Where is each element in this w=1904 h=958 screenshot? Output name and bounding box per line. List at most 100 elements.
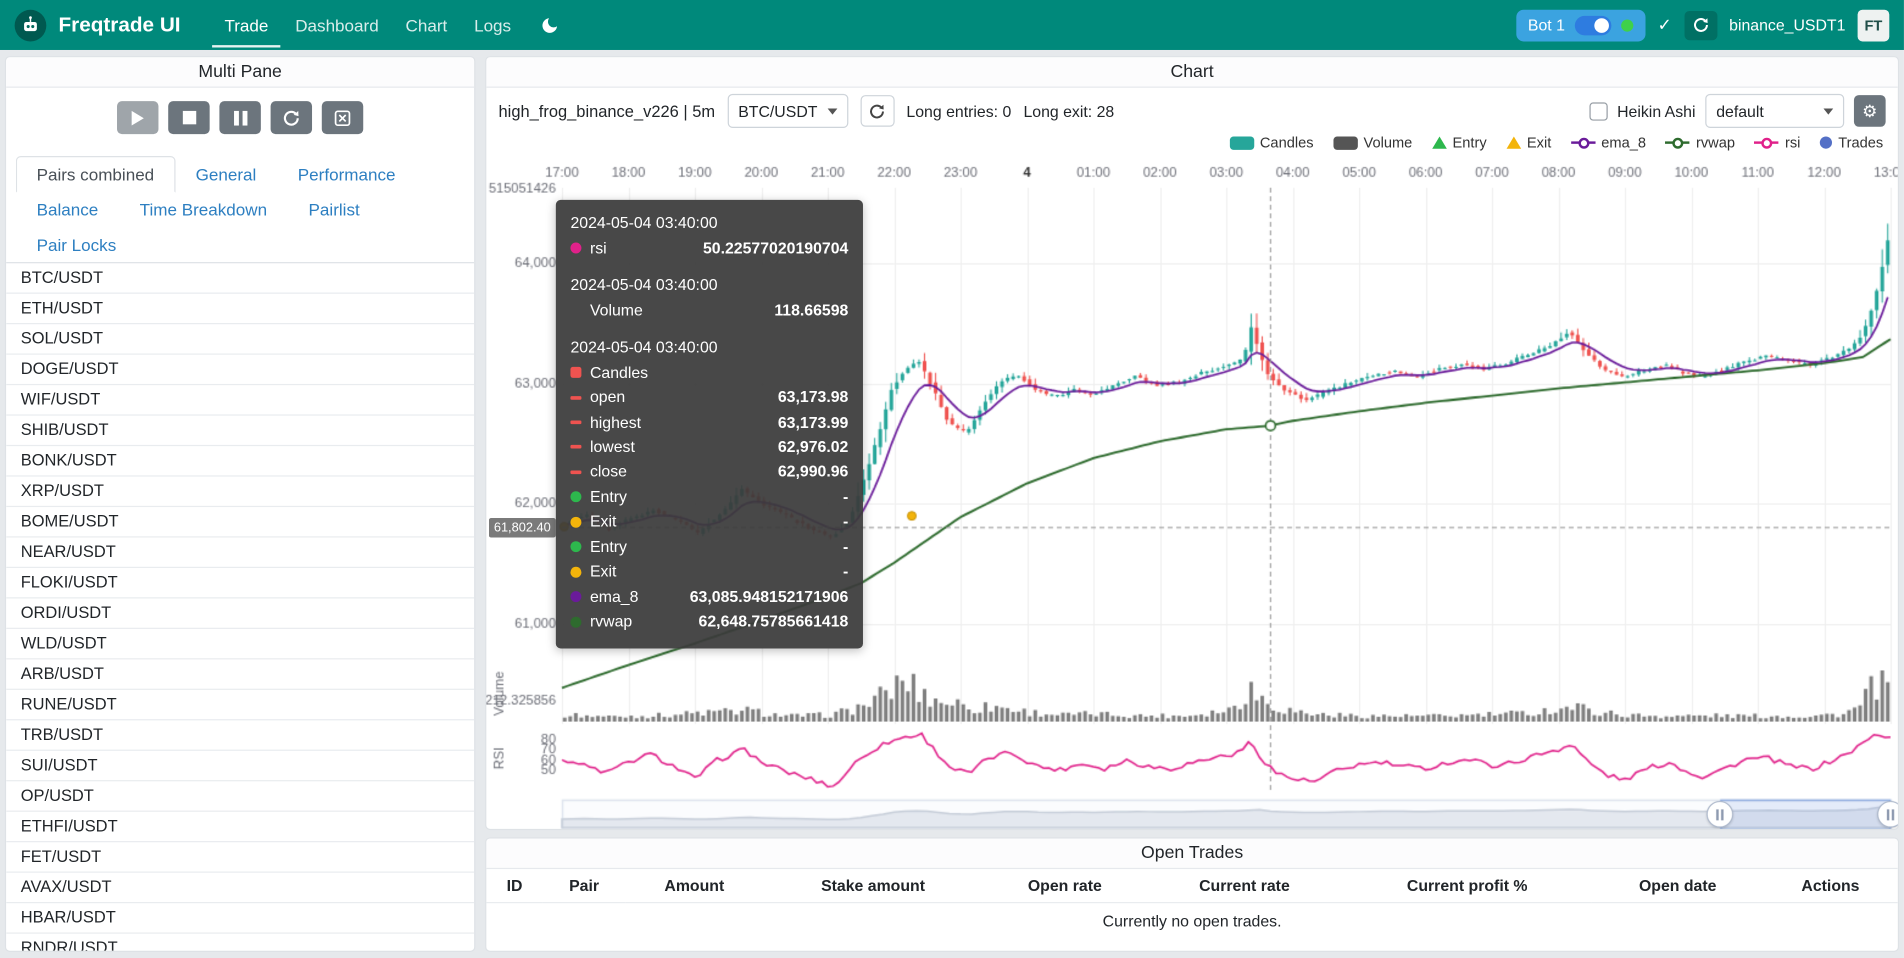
legend-item-rsi[interactable]: rsi xyxy=(1755,134,1801,151)
chart-panel: Chart high_frog_binance_v226 | 5m BTC/US… xyxy=(485,56,1899,830)
legend-item-entry[interactable]: Entry xyxy=(1432,134,1487,151)
pair-list-item-ordi-usdt[interactable]: ORDI/USDT xyxy=(6,598,474,628)
series-marker-icon xyxy=(570,541,581,552)
pair-select[interactable]: BTC/USDT xyxy=(727,94,848,128)
nav-item-logs[interactable]: Logs xyxy=(462,3,523,47)
series-marker-icon xyxy=(570,616,581,627)
legend-item-rvwap[interactable]: rvwap xyxy=(1666,134,1735,151)
legend-item-volume[interactable]: Volume xyxy=(1333,134,1412,151)
pair-list-item-ethfi-usdt[interactable]: ETHFI/USDT xyxy=(6,812,474,842)
pair-list-item-sol-usdt[interactable]: SOL/USDT xyxy=(6,324,474,354)
chart-legend: Candles Volume Entry Exit ema_8 rvwap rsi Trade… xyxy=(486,134,1897,154)
chevron-down-icon xyxy=(1823,108,1833,114)
chart-toolbar-right: Heikin Ashi default ⚙ xyxy=(1589,94,1886,128)
reload-config-button[interactable] xyxy=(271,101,312,134)
tab-pair-locks[interactable]: Pair Locks xyxy=(16,227,137,264)
tooltip-timestamp: 2024-05-04 03:40:00 xyxy=(570,336,848,358)
pair-list-item-avax-usdt[interactable]: AVAX/USDT xyxy=(6,873,474,903)
legend-label: Candles xyxy=(1260,134,1314,151)
multi-pane-title: Multi Pane xyxy=(6,57,474,87)
freqtrade-robot-logo-icon[interactable] xyxy=(15,9,47,41)
tooltip-row-rvwap: rvwap62,648.75785661418 xyxy=(570,611,848,633)
nav-item-chart[interactable]: Chart xyxy=(393,3,459,47)
pair-list-item-arb-usdt[interactable]: ARB/USDT xyxy=(6,659,474,689)
tab-general[interactable]: General xyxy=(175,156,277,193)
heikin-ashi-checkbox[interactable] xyxy=(1589,102,1607,120)
bot-run-toggle[interactable] xyxy=(1575,15,1612,35)
reload-bot-button[interactable] xyxy=(1684,10,1717,39)
tab-balance[interactable]: Balance xyxy=(16,191,119,228)
pair-list-item-rune-usdt[interactable]: RUNE/USDT xyxy=(6,690,474,720)
trades-legend-swatch-icon xyxy=(1820,137,1832,149)
legend-item-candles[interactable]: Candles xyxy=(1229,134,1313,151)
entry-legend-swatch-icon xyxy=(1432,137,1447,149)
tooltip-row-highest: highest63,173.99 xyxy=(570,411,848,433)
pair-list-item-wif-usdt[interactable]: WIF/USDT xyxy=(6,385,474,415)
cancel-open-orders-button[interactable] xyxy=(322,101,363,134)
stop-bot-button[interactable] xyxy=(168,101,209,134)
legend-item-exit[interactable]: Exit xyxy=(1506,134,1551,151)
start-bot-button[interactable] xyxy=(117,101,158,134)
bot-online-check-icon: ✓ xyxy=(1658,15,1672,36)
pair-list-item-rndr-usdt[interactable]: RNDR/USDT xyxy=(6,934,474,951)
plot-settings-button[interactable]: ⚙ xyxy=(1854,95,1886,127)
no-open-trades-message: Currently no open trades. xyxy=(486,903,1897,939)
theme-toggle-icon[interactable] xyxy=(540,15,560,35)
pair-list-item-eth-usdt[interactable]: ETH/USDT xyxy=(6,294,474,324)
legend-label: rvwap xyxy=(1696,134,1735,151)
bot-selector[interactable]: Bot 1 xyxy=(1516,9,1646,41)
plot-config-select[interactable]: default xyxy=(1705,94,1844,128)
pair-list-item-bonk-usdt[interactable]: BONK/USDT xyxy=(6,446,474,476)
pair-list-item-hbar-usdt[interactable]: HBAR/USDT xyxy=(6,903,474,933)
series-marker-icon xyxy=(570,470,581,474)
legend-label: Exit xyxy=(1527,134,1551,151)
multi-pane-panel: Multi Pane Pairs combinedGeneralPerforma… xyxy=(5,56,475,952)
app-root: Freqtrade UI TradeDashboardChartLogs Bot… xyxy=(0,0,1904,958)
tooltip-section: 2024-05-04 03:40:00Volume118.66598 xyxy=(570,274,848,321)
pair-list-item-fet-usdt[interactable]: FET/USDT xyxy=(6,842,474,872)
pair-list-item-xrp-usdt[interactable]: XRP/USDT xyxy=(6,477,474,507)
refresh-chart-button[interactable] xyxy=(860,95,894,127)
tooltip-series-label: Exit xyxy=(590,511,616,533)
pair-list-item-bome-usdt[interactable]: BOME/USDT xyxy=(6,507,474,537)
trades-column-current-profit: Current profit % xyxy=(1342,869,1592,903)
pair-list-item-near-usdt[interactable]: NEAR/USDT xyxy=(6,538,474,568)
series-marker-icon xyxy=(570,305,581,316)
pair-list-item-shib-usdt[interactable]: SHIB/USDT xyxy=(6,416,474,446)
tab-pairs-combined[interactable]: Pairs combined xyxy=(16,156,175,193)
bot-controls xyxy=(6,88,474,149)
pair-list-item-sui-usdt[interactable]: SUI/USDT xyxy=(6,751,474,781)
pair-list-item-floki-usdt[interactable]: FLOKI/USDT xyxy=(6,568,474,598)
tooltip-series-label: Volume xyxy=(590,300,643,322)
tab-time-breakdown[interactable]: Time Breakdown xyxy=(119,191,288,228)
tab-performance[interactable]: Performance xyxy=(277,156,416,193)
pair-list-item-op-usdt[interactable]: OP/USDT xyxy=(6,781,474,811)
pair-list-item-btc-usdt[interactable]: BTC/USDT xyxy=(6,263,474,293)
pause-bot-button[interactable] xyxy=(219,101,260,134)
datazoom-handle-right[interactable] xyxy=(1877,801,1899,828)
series-marker-icon xyxy=(570,396,581,400)
chart-area: 61,802.40 2024-05-04 03:40:00rsi50.22577… xyxy=(486,154,1897,830)
pair-select-value: BTC/USDT xyxy=(738,102,817,120)
legend-item-trades[interactable]: Trades xyxy=(1820,134,1883,151)
navbar: Freqtrade UI TradeDashboardChartLogs Bot… xyxy=(0,0,1904,50)
stop-icon xyxy=(182,111,195,124)
long-exit-label: Long exit: 28 xyxy=(1023,102,1114,120)
pair-list-item-trb-usdt[interactable]: TRB/USDT xyxy=(6,720,474,750)
legend-item-ema-8[interactable]: ema_8 xyxy=(1571,134,1646,151)
tooltip-series-label: Entry xyxy=(590,486,627,508)
nav-item-dashboard[interactable]: Dashboard xyxy=(283,3,391,47)
pair-list-item-doge-usdt[interactable]: DOGE/USDT xyxy=(6,355,474,385)
app-title[interactable]: Freqtrade UI xyxy=(59,13,181,37)
nav-item-trade[interactable]: Trade xyxy=(212,3,280,47)
tab-pairlist[interactable]: Pairlist xyxy=(288,191,381,228)
pair-list-item-wld-usdt[interactable]: WLD/USDT xyxy=(6,629,474,659)
main-layout: Multi Pane Pairs combinedGeneralPerforma… xyxy=(0,50,1904,958)
legend-label: Entry xyxy=(1453,134,1487,151)
user-avatar[interactable]: FT xyxy=(1858,9,1890,41)
tooltip-row-entry: Entry- xyxy=(570,536,848,558)
tooltip-series-value: - xyxy=(826,486,848,508)
tooltip-series-label: close xyxy=(590,461,627,483)
tooltip-section: 2024-05-04 03:40:00Candlesopen63,173.98h… xyxy=(570,336,848,632)
tooltip-row-exit: Exit- xyxy=(570,561,848,583)
